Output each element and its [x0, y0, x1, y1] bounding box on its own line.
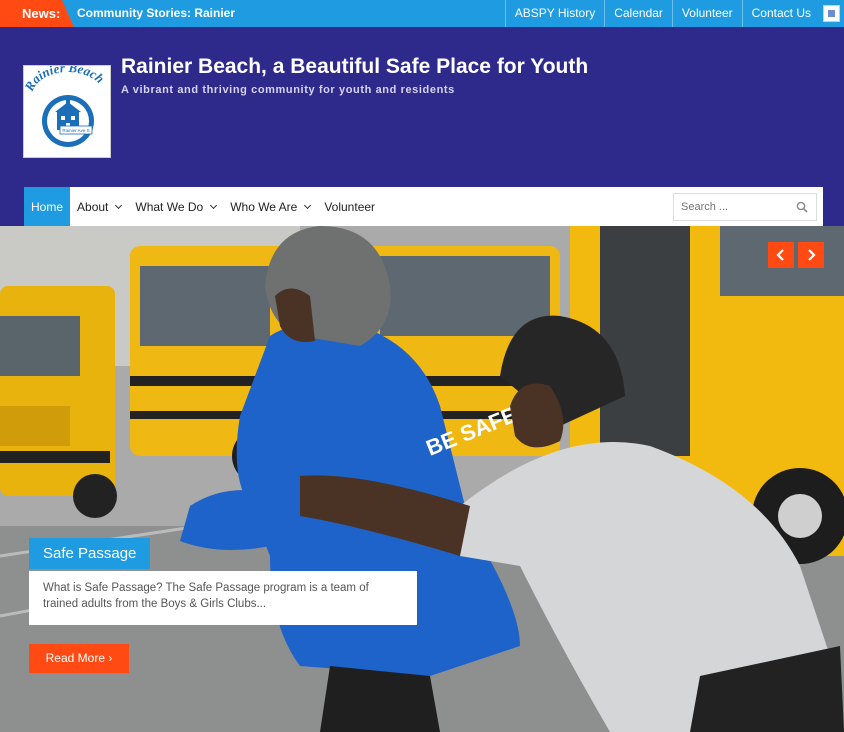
nav-item-what-we-do[interactable]: What We Do: [128, 187, 223, 226]
read-more-label: Read More: [45, 651, 106, 665]
nav-item-who-we-are[interactable]: Who We Are: [223, 187, 317, 226]
chevron-down-icon: [210, 201, 218, 209]
slider-prev-button[interactable]: [768, 242, 794, 268]
social-icon[interactable]: [823, 5, 840, 22]
search-icon[interactable]: [796, 201, 808, 213]
nav-label-home: Home: [31, 199, 64, 214]
top-link-calendar[interactable]: Calendar: [604, 0, 672, 27]
nav-label-volunteer: Volunteer: [324, 199, 376, 214]
nav-label-who-we-are: Who We Are: [230, 199, 298, 214]
nav-item-volunteer[interactable]: Volunteer: [317, 187, 382, 226]
nav-item-about[interactable]: About: [70, 187, 128, 226]
top-link-contact[interactable]: Contact Us: [741, 0, 820, 27]
chevron-down-icon: [304, 201, 312, 209]
svg-text:Rainier Beach: Rainier Beach: [24, 66, 107, 94]
main-navigation: Home About What We Do Who We Are Volunte…: [24, 187, 823, 226]
top-link-volunteer[interactable]: Volunteer: [671, 0, 742, 27]
svg-text:Rainier Ave S: Rainier Ave S: [62, 128, 89, 133]
site-title[interactable]: Rainier Beach, a Beautiful Safe Place fo…: [121, 55, 588, 79]
search-input[interactable]: [674, 201, 784, 213]
nav-label-what-we-do: What We Do: [135, 199, 204, 214]
chevron-down-icon: [115, 201, 123, 209]
search-box: [673, 193, 817, 221]
nav-label-about: About: [77, 199, 109, 214]
top-news-bar: News: Community Stories: Rainier ABSPY H…: [0, 0, 844, 27]
read-more-button[interactable]: Read More ›: [29, 644, 129, 673]
slider-next-button[interactable]: [798, 242, 824, 268]
nav-item-home[interactable]: Home: [24, 187, 71, 226]
slide-title[interactable]: Safe Passage: [29, 538, 151, 569]
site-logo[interactable]: Rainier Beach Rainier Ave S: [23, 65, 111, 158]
slide-excerpt: What is Safe Passage? The Safe Passage p…: [29, 571, 417, 625]
news-label: News:: [0, 0, 74, 27]
site-tagline: A vibrant and thriving community for you…: [121, 84, 455, 96]
chevron-left-icon: [776, 249, 784, 261]
hero-slider: BE SAFE Safe Passage What is Safe Passag…: [0, 226, 844, 732]
top-link-history[interactable]: ABSPY History: [504, 0, 604, 27]
top-links: ABSPY History Calendar Volunteer Contact…: [504, 0, 820, 27]
news-ticker[interactable]: Community Stories: Rainier: [77, 0, 235, 27]
chevron-right-icon: [808, 249, 816, 261]
chevron-right-icon: ›: [108, 651, 113, 665]
